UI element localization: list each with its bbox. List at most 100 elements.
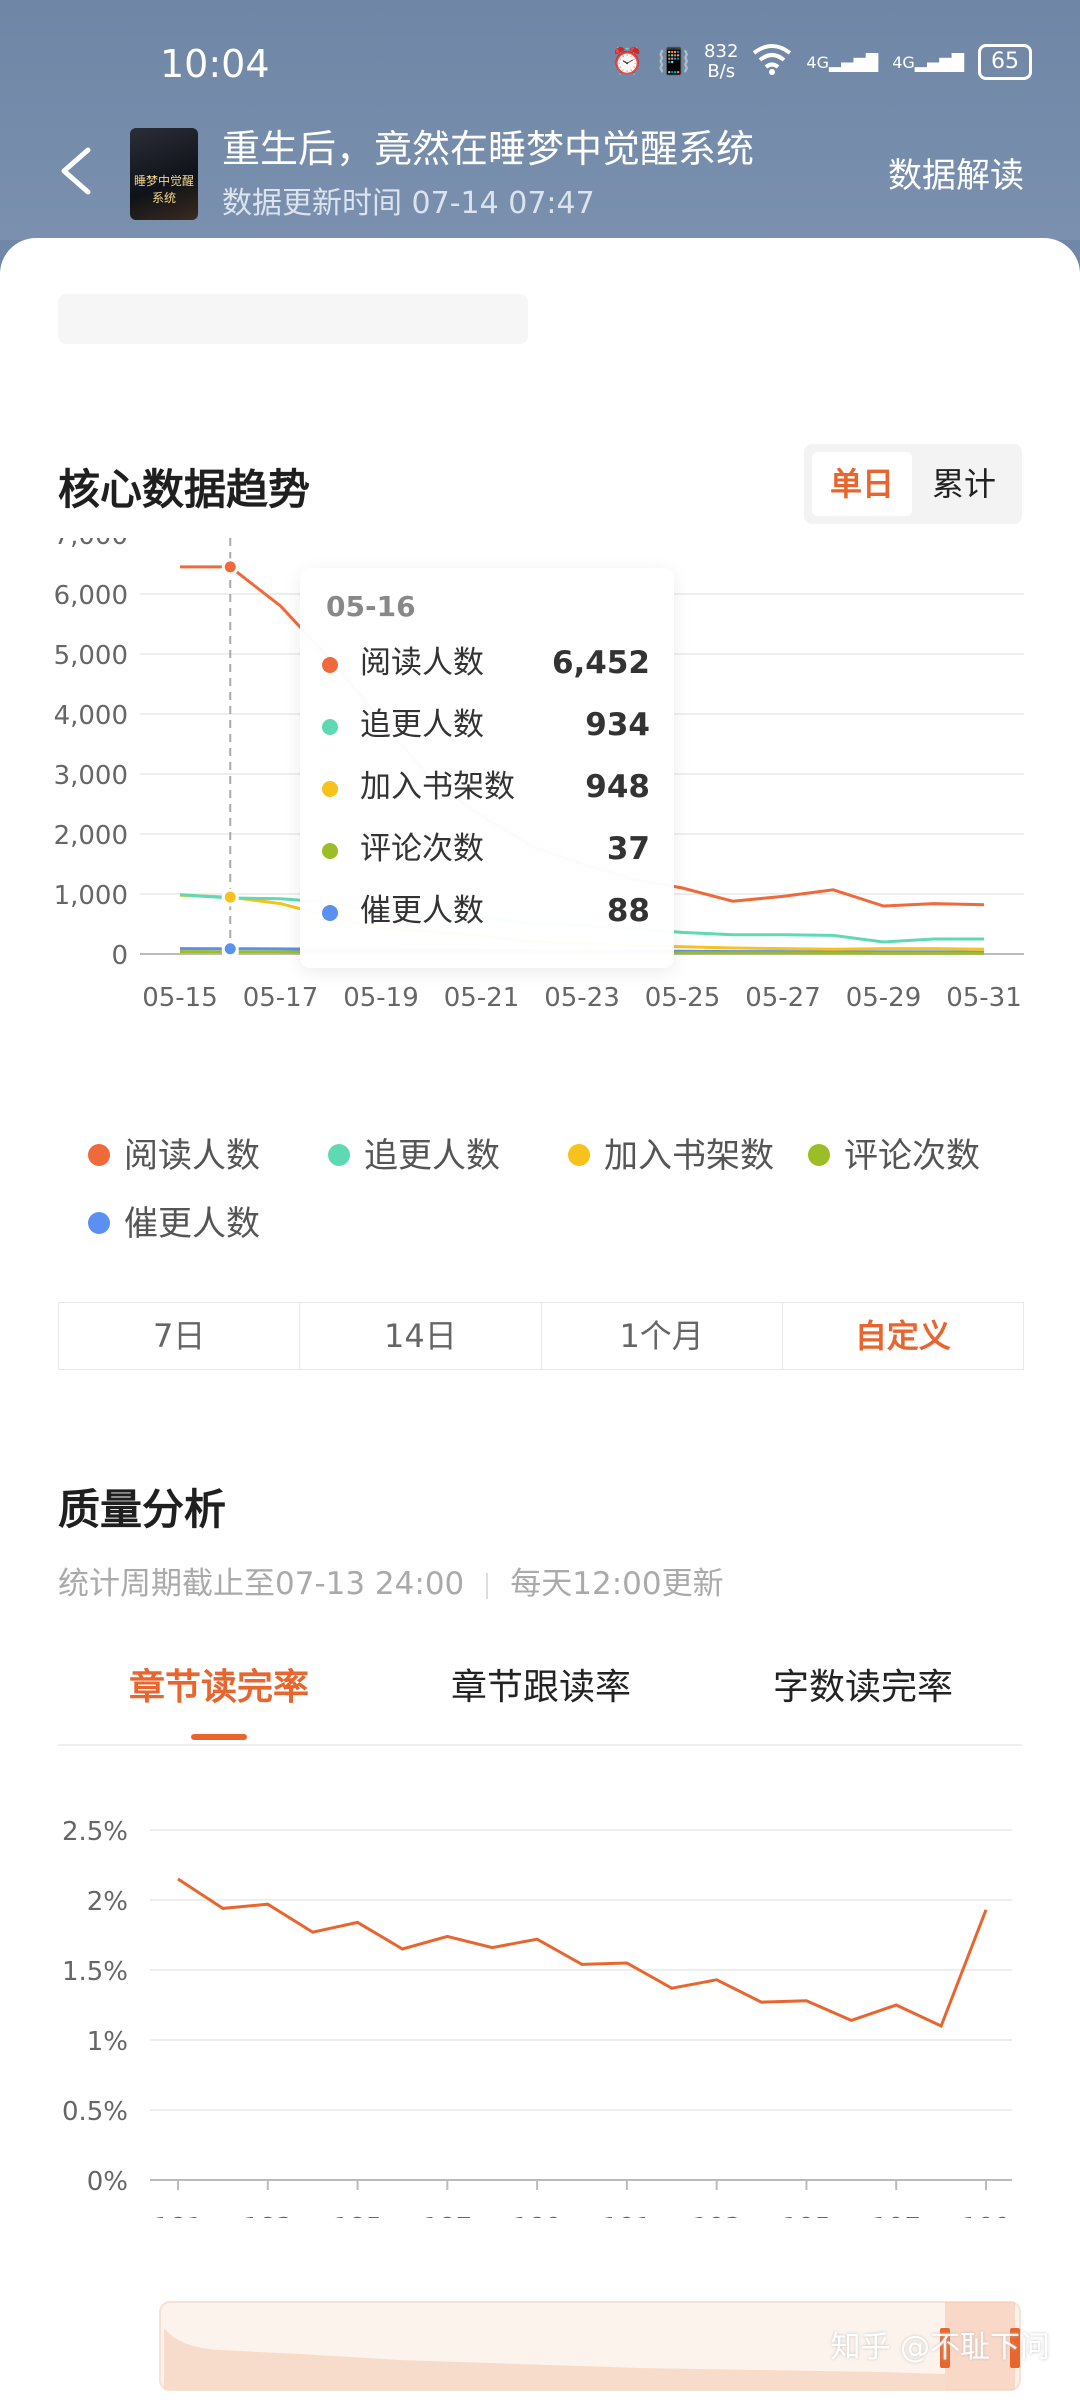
legend-dot — [328, 1143, 350, 1166]
x-tick-label: 05-17 — [243, 983, 319, 1013]
back-arrow-icon[interactable] — [56, 146, 96, 196]
stat-period: 统计周期截止至07-13 24:00 — [58, 1566, 465, 1602]
y-tick-label: 4,000 — [54, 701, 128, 731]
range-7-days[interactable]: 7日 — [59, 1303, 301, 1369]
y-tick-label: 2% — [87, 1887, 128, 1917]
x-tick-label: 191 — [602, 2213, 652, 2218]
vibrate-icon: 📳 — [657, 47, 691, 77]
tooltip-label: 评论次数 — [360, 831, 484, 867]
tooltip-label: 加入书架数 — [360, 769, 515, 805]
legend-dot — [808, 1143, 830, 1166]
tooltip-row: 评论次数 37 — [322, 824, 650, 874]
tab-chapter-follow[interactable]: 章节跟读率 — [380, 1658, 702, 1718]
completion-rate-chart[interactable]: 0% 0.5% 1% 1.5% 2% 2.5% 181 183 185 187 189 191 193… — [0, 1798, 1080, 2218]
date-range-selector: 7日 14日 1个月 自定义 — [58, 1302, 1024, 1370]
update-schedule: 每天12:00更新 — [510, 1566, 724, 1602]
x-tick-label: 05-15 — [142, 983, 218, 1013]
legend-label: 催更人数 — [124, 1204, 260, 1244]
net-speed-value: 832 — [704, 41, 739, 62]
tooltip-label: 追更人数 — [360, 707, 484, 743]
tooltip-row: 追更人数 934 — [322, 700, 650, 750]
data-interpret-button[interactable]: 数据解读 — [888, 148, 1024, 197]
x-tick-label: 05-23 — [544, 983, 620, 1013]
watermark: 知乎 @不耻下问 — [830, 2330, 1050, 2365]
y-tick-label: 0% — [87, 2167, 128, 2197]
tooltip-dot — [322, 780, 338, 797]
daily-cumulative-toggle: 单日 累计 — [804, 444, 1022, 524]
highlight-point — [221, 888, 239, 906]
legend-item-comment[interactable]: 评论次数 — [808, 1128, 980, 1177]
x-tick-label: 193 — [692, 2213, 742, 2218]
y-tick-label: 7,000 — [54, 538, 128, 551]
legend-dot — [568, 1143, 590, 1166]
y-tick-label: 1,000 — [54, 881, 128, 911]
tooltip-value: 88 — [606, 893, 650, 929]
status-bar: 10:04 ⏰ 📳 832 B/s 4G▂▄▆█ 4G▂▄▆█ 65 — [0, 42, 1080, 92]
signal1-label: 4G — [806, 52, 829, 72]
x-tick-label: 189 — [512, 2213, 562, 2218]
book-cover-image[interactable]: 睡梦中觉醒系统 — [130, 128, 198, 220]
net-speed: 832 B/s — [704, 42, 738, 82]
range-1-month[interactable]: 1个月 — [542, 1303, 783, 1369]
legend-item-urge[interactable]: 催更人数 — [88, 1196, 260, 1245]
status-time: 10:04 — [160, 42, 270, 86]
legend-label: 阅读人数 — [124, 1136, 260, 1176]
status-icons: ⏰ 📳 832 B/s 4G▂▄▆█ 4G▂▄▆█ 65 — [611, 42, 1032, 82]
app-header: 10:04 ⏰ 📳 832 B/s 4G▂▄▆█ 4G▂▄▆█ 65 睡梦中觉醒… — [0, 0, 1080, 240]
x-tick-label: 05-27 — [745, 983, 821, 1013]
alarm-icon: ⏰ — [611, 47, 644, 77]
x-tick-label: 05-31 — [946, 983, 1022, 1013]
chart-tooltip: 05-16 阅读人数 6,452 追更人数 934 加入书架数 948 评论次数 37 催更人数… — [300, 568, 674, 968]
tooltip-label: 阅读人数 — [360, 645, 484, 681]
tooltip-row: 催更人数 88 — [322, 886, 650, 936]
completion-rate-line — [177, 1877, 988, 2029]
divider — [486, 1572, 489, 1599]
loading-placeholder — [58, 294, 528, 344]
range-14-days[interactable]: 14日 — [300, 1303, 542, 1369]
legend-item-read[interactable]: 阅读人数 — [88, 1128, 260, 1177]
tooltip-value: 6,452 — [551, 645, 650, 681]
toggle-daily[interactable]: 单日 — [812, 452, 912, 516]
tooltip-row: 加入书架数 948 — [322, 762, 650, 812]
battery-icon: 65 — [978, 44, 1032, 80]
x-tick-label: 05-29 — [846, 983, 922, 1013]
x-tick-label: 197 — [871, 2213, 921, 2218]
legend-item-follow[interactable]: 追更人数 — [328, 1128, 500, 1177]
quality-tabs: 章节读完率 章节跟读率 字数读完率 — [58, 1658, 1022, 1746]
highlight-point — [221, 940, 239, 958]
legend-label: 追更人数 — [364, 1136, 500, 1176]
tooltip-dot — [322, 842, 338, 859]
signal-icon-2: 4G▂▄▆█ — [892, 52, 964, 72]
y-tick-label: 0 — [111, 941, 128, 971]
tooltip-value: 948 — [585, 769, 650, 805]
toggle-cumulative[interactable]: 累计 — [914, 452, 1014, 516]
tooltip-row: 阅读人数 6,452 — [322, 638, 650, 688]
x-tick-label: 185 — [333, 2213, 383, 2218]
y-tick-label: 0.5% — [62, 2097, 128, 2127]
tooltip-label: 催更人数 — [360, 893, 484, 929]
x-tick-label: 183 — [243, 2213, 293, 2218]
y-tick-label: 2,000 — [54, 821, 128, 851]
x-tick-label: 199 — [961, 2213, 1011, 2218]
legend-label: 加入书架数 — [604, 1136, 774, 1176]
y-tick-label: 1% — [87, 2027, 128, 2057]
quality-title: 质量分析 — [58, 1485, 227, 1534]
wifi-icon — [752, 43, 792, 82]
x-tick-label: 187 — [423, 2213, 473, 2218]
tooltip-date: 05-16 — [326, 590, 416, 623]
x-tick-label: 195 — [782, 2213, 832, 2218]
legend-dot — [88, 1211, 110, 1234]
main-card: 核心数据趋势 单日 累计 0 1,000 2,000 3,000 4,000 5,000 6… — [0, 238, 1080, 2400]
range-custom[interactable]: 自定义 — [783, 1303, 1023, 1369]
update-time: 数据更新时间 07-14 07:47 — [222, 186, 595, 221]
legend-item-shelf[interactable]: 加入书架数 — [568, 1128, 774, 1177]
tab-word-completion[interactable]: 字数读完率 — [702, 1658, 1024, 1718]
x-tick-label: 05-25 — [645, 983, 721, 1013]
x-tick-label: 05-21 — [444, 983, 520, 1013]
quality-note: 统计周期截止至07-13 24:00 每天12:00更新 — [58, 1558, 724, 1603]
tooltip-dot — [322, 904, 338, 921]
net-speed-unit: B/s — [707, 61, 736, 82]
tab-chapter-completion[interactable]: 章节读完率 — [58, 1658, 380, 1740]
highlight-point — [221, 558, 239, 576]
y-tick-label: 3,000 — [54, 761, 128, 791]
